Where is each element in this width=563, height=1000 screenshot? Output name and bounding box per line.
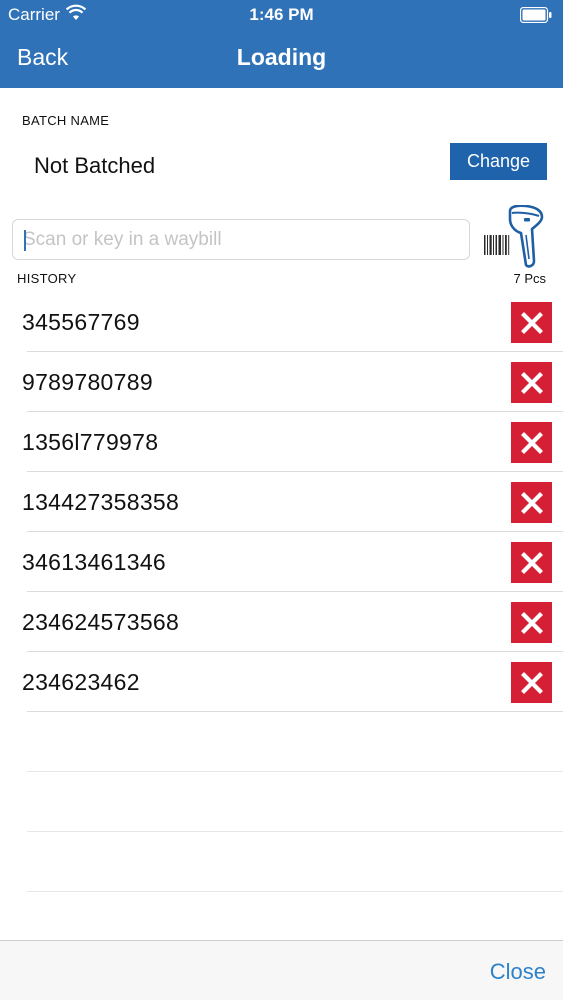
waybill-number: 134427358358 (22, 489, 180, 515)
delete-button[interactable] (511, 422, 552, 463)
history-row: 134427358358 (0, 472, 563, 532)
status-bar: Carrier 1:46 PM (0, 0, 563, 30)
delete-button[interactable] (511, 362, 552, 403)
change-button[interactable]: Change (450, 143, 547, 180)
battery-icon (520, 7, 552, 23)
close-icon (520, 551, 543, 574)
close-icon (520, 311, 543, 334)
scanner-icon[interactable] (504, 205, 548, 269)
empty-row (0, 832, 563, 892)
navigation-header: Carrier 1:46 PM Back Loading (0, 0, 563, 88)
close-icon (520, 371, 543, 394)
empty-row (0, 712, 563, 772)
batch-name-label: BATCH NAME (22, 113, 110, 128)
delete-button[interactable] (511, 602, 552, 643)
delete-button[interactable] (511, 662, 552, 703)
footer-toolbar: Close (0, 940, 563, 1000)
history-label: HISTORY (17, 271, 77, 286)
history-list: 345567769 9789780789 1356l779978 1344273… (0, 292, 563, 892)
history-row: 34613461346 (0, 532, 563, 592)
close-icon (520, 671, 543, 694)
waybill-number: 345567769 (22, 309, 140, 335)
close-icon (520, 431, 543, 454)
waybill-input[interactable] (13, 220, 469, 259)
page-title: Loading (236, 44, 327, 70)
history-row: 1356l779978 (0, 412, 563, 472)
piece-count: 7 Pcs (513, 271, 546, 286)
history-row: 234624573568 (0, 592, 563, 652)
close-icon (520, 491, 543, 514)
delete-button[interactable] (511, 302, 552, 343)
waybill-number: 234624573568 (22, 609, 180, 635)
history-row: 345567769 (0, 292, 563, 352)
waybill-input-container (12, 219, 470, 260)
waybill-number: 1356l779978 (22, 429, 159, 455)
waybill-number: 34613461346 (22, 549, 167, 575)
waybill-number: 234623462 (22, 669, 140, 695)
text-cursor (24, 230, 26, 251)
status-time: 1:46 PM (249, 5, 314, 24)
empty-row (0, 772, 563, 832)
back-button[interactable]: Back (17, 44, 68, 71)
batch-name-value: Not Batched (34, 153, 156, 178)
history-row: 9789780789 (0, 352, 563, 412)
waybill-number: 9789780789 (22, 369, 153, 395)
delete-button[interactable] (511, 482, 552, 523)
close-button[interactable]: Close (490, 959, 546, 985)
close-icon (520, 611, 543, 634)
history-row: 234623462 (0, 652, 563, 712)
delete-button[interactable] (511, 542, 552, 583)
